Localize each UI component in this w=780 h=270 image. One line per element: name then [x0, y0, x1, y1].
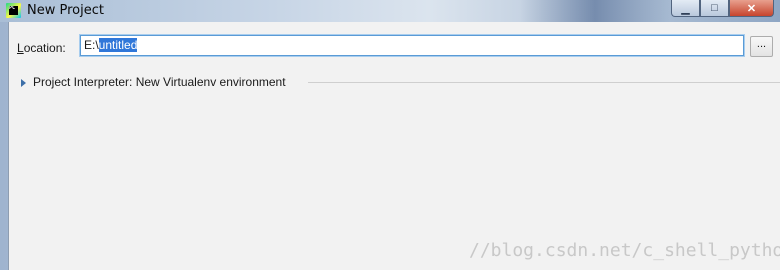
location-value-prefix: E:\ — [84, 38, 99, 52]
window-title: New Project — [27, 3, 104, 18]
project-interpreter-section[interactable]: Project Interpreter: New Virtualenv envi… — [21, 75, 780, 91]
watermark-text: //blog.csdn.net/c_shell_python — [469, 240, 780, 261]
location-label-access-key: L — [17, 41, 24, 55]
minimize-button[interactable]: ▁ — [671, 0, 700, 17]
title-bar-glow — [520, 0, 670, 22]
expand-triangle-icon[interactable] — [21, 79, 26, 87]
location-value-selected: untitled — [98, 38, 138, 52]
section-divider — [308, 82, 780, 83]
maximize-button[interactable]: □ — [700, 0, 729, 17]
browse-button[interactable]: ... — [750, 36, 773, 57]
pycharm-icon-text: PC — [9, 6, 18, 15]
close-button[interactable]: ✕ — [729, 0, 774, 17]
project-interpreter-label[interactable]: Project Interpreter: New Virtualenv envi… — [33, 75, 286, 89]
title-bar[interactable]: PC New Project ▁ □ ✕ — [0, 0, 780, 22]
pycharm-icon: PC — [6, 3, 21, 18]
window-controls: ▁ □ ✕ — [671, 0, 774, 17]
location-label-rest: ocation: — [23, 41, 66, 55]
dialog-window: PC New Project ▁ □ ✕ Location: E:\untitl… — [0, 0, 780, 270]
location-input[interactable]: E:\untitled — [80, 35, 744, 56]
location-label: Location: — [17, 41, 66, 55]
dialog-content: Location: E:\untitled ... Project Interp… — [8, 22, 780, 270]
